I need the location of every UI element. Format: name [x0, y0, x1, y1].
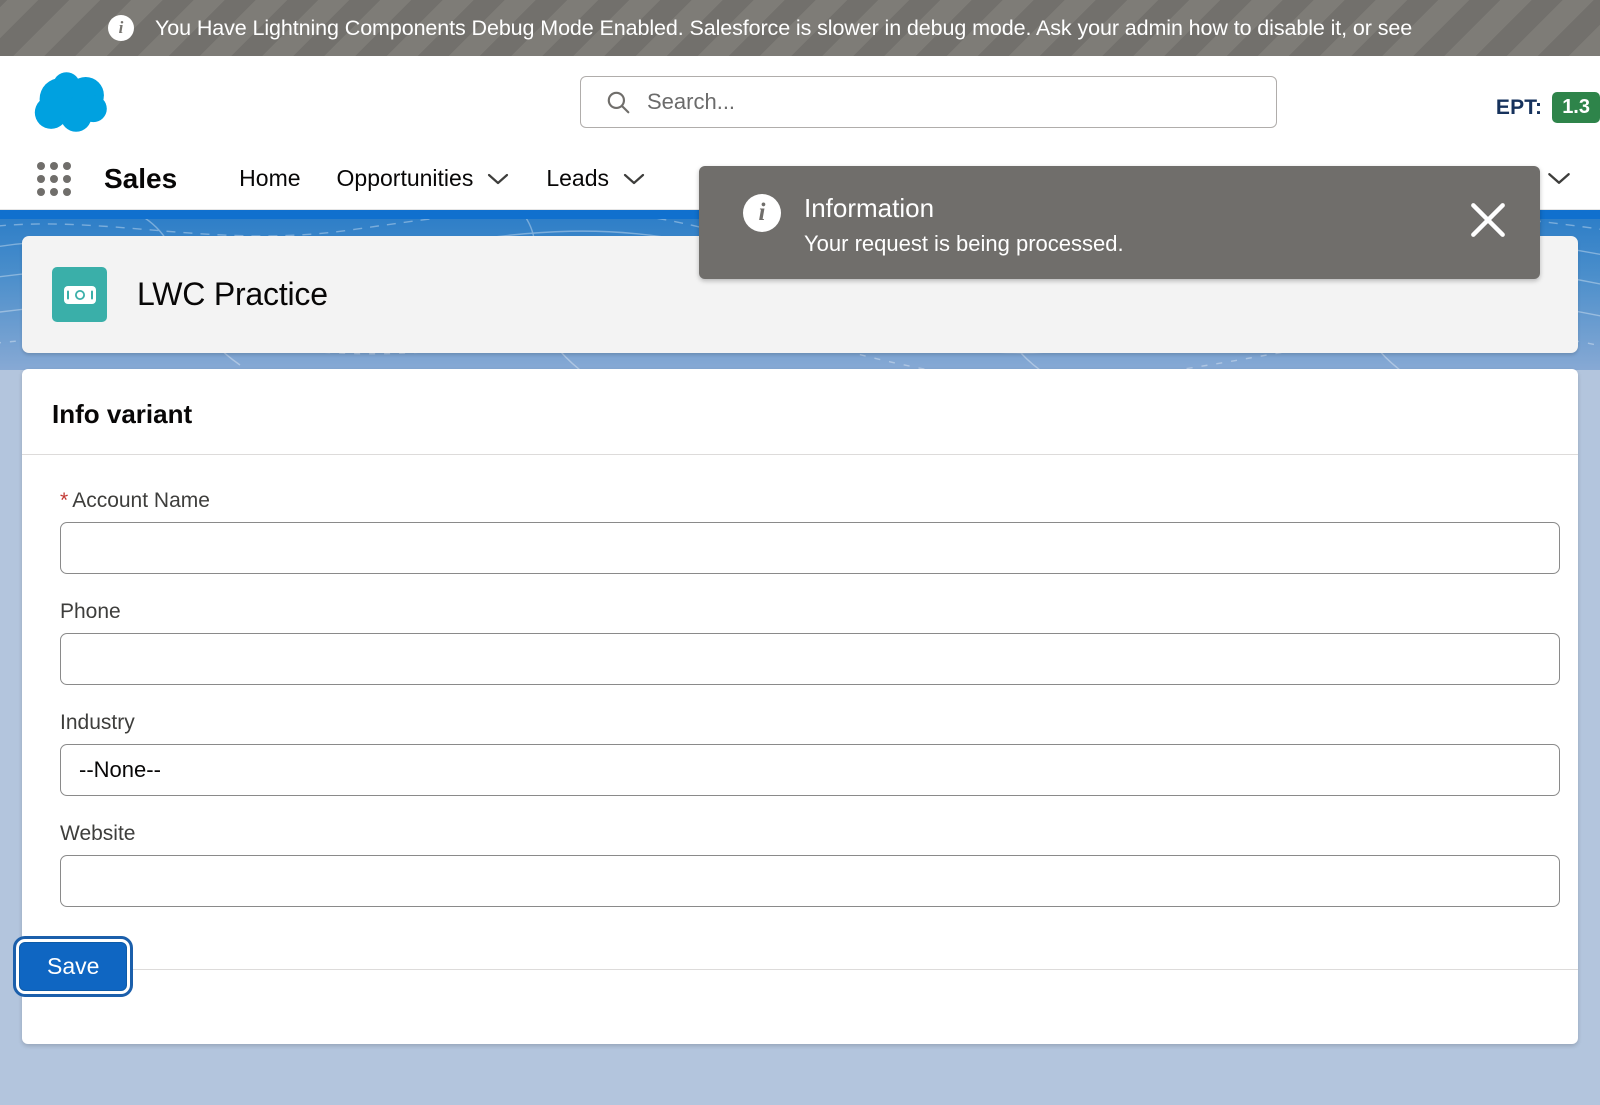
app-name-label: Sales: [104, 162, 178, 194]
info-icon: i: [108, 15, 134, 41]
nav-item-label: Leads: [546, 165, 610, 191]
field-label-website: Website: [60, 822, 136, 845]
salesforce-cloud-logo[interactable]: [30, 70, 126, 134]
phone-input[interactable]: [60, 633, 1560, 685]
website-input[interactable]: [60, 855, 1560, 907]
currency-banknote-icon: [52, 267, 107, 322]
nav-item-opportunities[interactable]: Opportunities: [337, 148, 511, 210]
toast-notification: i Information Your request is being proc…: [699, 166, 1540, 279]
field-label-phone: Phone: [60, 600, 121, 623]
page-title: LWC Practice: [137, 276, 328, 312]
ept-value-badge: 1.3: [1552, 92, 1600, 123]
field-label-account-name: * Account Name: [60, 489, 1578, 513]
app-launcher-waffle-icon[interactable]: [34, 159, 74, 199]
nav-item-label: Opportunities: [336, 165, 474, 191]
ept-label: EPT:: [1495, 95, 1543, 119]
field-website: Website: [60, 822, 1578, 907]
debug-banner-text: You Have Lightning Components Debug Mode…: [155, 15, 1413, 40]
nav-item-home[interactable]: Home: [239, 148, 300, 210]
main-content-card: Info variant * Account Name Phone Industr…: [12, 369, 1578, 1044]
nav-item-leads[interactable]: Leads: [546, 148, 646, 210]
search-icon: [607, 91, 630, 114]
save-button[interactable]: Save: [12, 936, 134, 997]
toast-content: Information Your request is being proces…: [804, 192, 1124, 257]
field-account-name: * Account Name: [60, 489, 1578, 574]
close-icon[interactable]: [1466, 198, 1510, 242]
nav-overflow-chevron[interactable]: [1546, 171, 1572, 186]
nav-item-label: Home: [239, 165, 301, 191]
field-phone: Phone: [60, 600, 1578, 685]
toast-message: Your request is being processed.: [804, 230, 1124, 256]
field-label-industry: Industry: [60, 711, 135, 734]
chevron-down-icon[interactable]: [622, 172, 646, 186]
global-header: EPT: 1.3: [0, 56, 1600, 148]
chevron-down-icon: [1548, 173, 1570, 184]
record-edit-form: * Account Name Phone Industry --None-- We…: [22, 454, 1578, 907]
field-label-text: Account Name: [72, 489, 210, 512]
form-footer: Save: [12, 936, 1578, 1044]
account-name-input[interactable]: [60, 522, 1560, 574]
field-industry: Industry --None--: [60, 711, 1578, 796]
required-asterisk: *: [60, 489, 69, 512]
banknote-glyph: [63, 285, 96, 304]
search-input[interactable]: [647, 89, 1207, 115]
form-section-title: Info variant: [52, 399, 193, 429]
industry-select[interactable]: --None--: [60, 744, 1560, 796]
chevron-down-icon[interactable]: [486, 172, 510, 186]
global-search-box[interactable]: [580, 76, 1277, 128]
debug-mode-banner: i You Have Lightning Components Debug Mo…: [0, 0, 1600, 56]
toast-title: Information: [804, 193, 935, 223]
ept-indicator: EPT: 1.3: [1496, 92, 1600, 123]
industry-selected-value: --None--: [79, 757, 161, 782]
info-icon: i: [743, 194, 781, 232]
